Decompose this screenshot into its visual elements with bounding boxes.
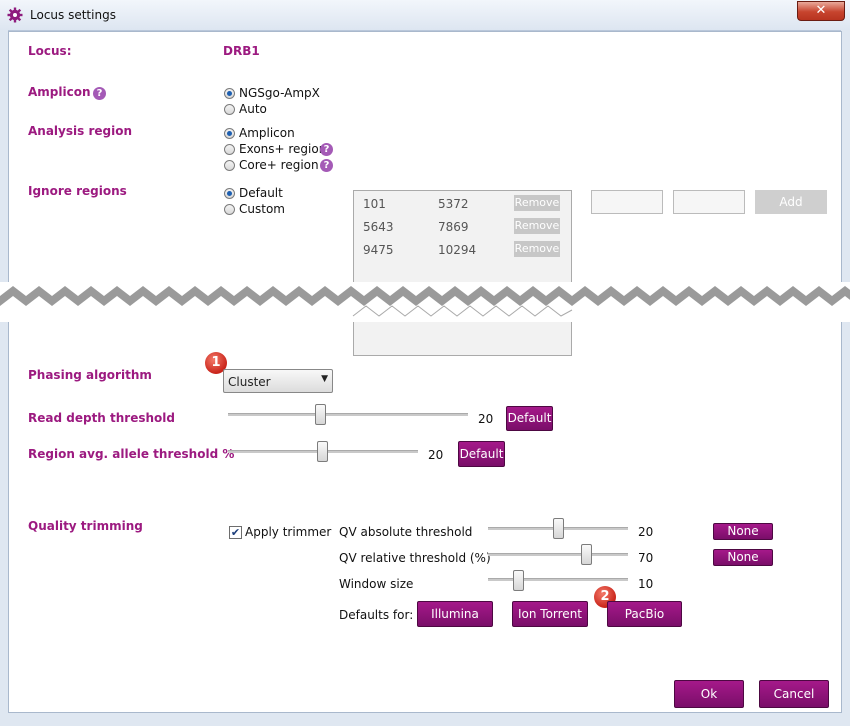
apply-trimmer-label: Apply trimmer [245,525,332,539]
phasing-select-value: Cluster [228,375,271,389]
radio-label: NGSgo-AmpX [239,86,320,100]
phasing-select[interactable]: Cluster ▼ [223,369,333,393]
illumina-button[interactable]: Illumina [417,601,493,627]
qv-relative-none-button[interactable]: None [713,549,773,566]
region-start: 5643 [363,220,394,234]
region-end: 10294 [438,243,477,257]
region-avg-label: Region avg. allele threshold % [28,447,235,461]
radio-label: Default [239,186,283,200]
quality-trimming-label: Quality trimming [28,519,143,533]
close-button[interactable]: ✕ [797,1,845,21]
gear-icon [7,7,23,23]
read-depth-slider-track[interactable] [228,413,468,416]
list-item: 101 5372 Remove [354,193,571,215]
qv-relative-value: 70 [638,551,654,565]
ignore-regions-list[interactable]: 101 5372 Remove 5643 7869 Remove 9475 10… [353,190,572,356]
radio-label: Exons+ region [239,142,327,156]
qv-relative-slider-thumb[interactable] [581,544,592,565]
window-frame-bottom [0,712,850,726]
radio-region-core[interactable] [224,160,235,171]
read-depth-label: Read depth threshold [28,411,175,425]
locus-value: DRB1 [223,44,260,58]
window-title: Locus settings [30,8,116,22]
region-end: 7869 [438,220,469,234]
region-avg-value: 20 [428,448,444,462]
pacbio-button[interactable]: PacBio [607,601,682,627]
chevron-down-icon: ▼ [321,374,328,384]
window-size-label: Window size [339,577,414,591]
list-item: 9475 10294 Remove [354,239,571,261]
amplicon-label: Amplicon [28,85,91,99]
window-size-slider-track[interactable] [488,578,628,581]
qv-absolute-label: QV absolute threshold [339,525,473,539]
qv-absolute-none-button[interactable]: None [713,523,773,540]
region-avg-slider-thumb[interactable] [317,441,328,462]
remove-button[interactable]: Remove [514,195,560,211]
analysis-region-label: Analysis region [28,124,132,138]
window-size-slider-thumb[interactable] [513,570,524,591]
window-frame-right [841,30,850,726]
radio-label: Core+ region [239,158,319,172]
region-start-input[interactable] [591,190,663,214]
qv-relative-label: QV relative threshold (%) [339,551,491,565]
radio-amplicon-ngsgo[interactable] [224,88,235,99]
radio-region-amplicon[interactable] [224,128,235,139]
remove-button[interactable]: Remove [514,241,560,257]
region-start: 101 [363,197,386,211]
radio-ignore-custom[interactable] [224,204,235,215]
help-icon[interactable]: ? [320,159,333,172]
radio-label: Amplicon [239,126,295,140]
radio-region-exons[interactable] [224,144,235,155]
window-frame-left [0,30,8,726]
region-start: 9475 [363,243,394,257]
qv-absolute-value: 20 [638,525,654,539]
region-avg-default-button[interactable]: Default [458,441,505,467]
qv-absolute-slider-thumb[interactable] [553,518,564,539]
apply-trimmer-checkbox[interactable]: ✔ [229,526,242,539]
screenshot-break-decoration [0,282,850,322]
window-size-value: 10 [638,577,654,591]
radio-label: Auto [239,102,267,116]
radio-label: Custom [239,202,285,216]
ok-button[interactable]: Ok [674,680,744,708]
cancel-button[interactable]: Cancel [759,680,829,708]
radio-amplicon-auto[interactable] [224,104,235,115]
qv-relative-slider-track[interactable] [488,553,628,556]
phasing-label: Phasing algorithm [28,368,152,382]
read-depth-slider-thumb[interactable] [315,404,326,425]
help-icon[interactable]: ? [93,87,106,100]
locus-label: Locus: [28,44,72,58]
remove-button[interactable]: Remove [514,218,560,234]
add-button[interactable]: Add [755,190,827,214]
list-item: 5643 7869 Remove [354,216,571,238]
title-bar: Locus settings ✕ [0,0,850,31]
read-depth-value: 20 [478,412,494,426]
region-end: 5372 [438,197,469,211]
defaults-for-label: Defaults for: [339,608,414,622]
help-icon[interactable]: ? [320,143,333,156]
read-depth-default-button[interactable]: Default [506,406,553,431]
region-end-input[interactable] [673,190,745,214]
ignore-regions-label: Ignore regions [28,184,127,198]
ion-torrent-button[interactable]: Ion Torrent [512,601,588,627]
radio-ignore-default[interactable] [224,188,235,199]
